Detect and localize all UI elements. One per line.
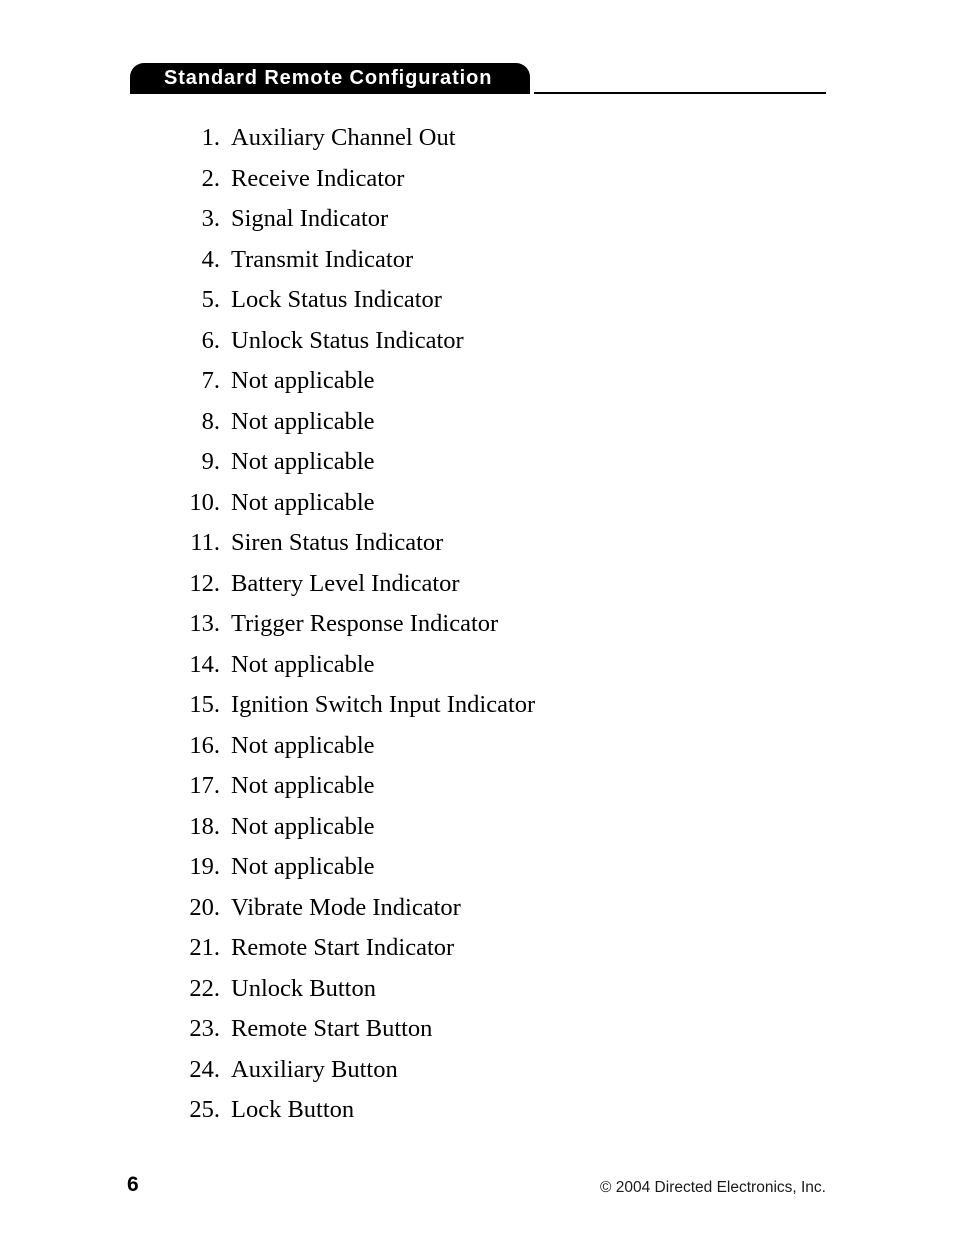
list-item-number: 8. [201,407,220,435]
list-item-label: Not applicable [231,448,375,475]
list-item-label: Receive Indicator [231,164,405,192]
list-item-number: 14. [189,650,220,678]
list-item-number: 15. [189,691,220,718]
list-item: 21. Remote Start Indicator [0,928,954,969]
list-item: 16. Not applicable [0,726,954,767]
list-item: 10. Not applicable [0,483,954,524]
list-item: 7. Not applicable [0,361,954,402]
list-item-number: 10. [189,488,220,516]
page-title: Standard Remote Configuration [164,67,493,89]
list-item: 3. Signal Indicator [0,199,954,240]
list-item-number: 6. [201,326,220,354]
list-item: 20. Vibrate Mode Indicator [0,888,954,929]
page-header: Standard Remote Configuration [0,0,954,100]
list-item-label: Siren Status Indicator [231,529,444,556]
list-item: 14. Not applicable [0,645,954,686]
page-footer: 6 © 2004 Directed Electronics, Inc. [0,1172,954,1212]
list-item: 9. Not applicable [0,442,954,483]
list-item-label: Unlock Button [231,974,376,1002]
list-item-number: 1. [201,124,220,151]
list-item-number: 24. [189,1055,220,1083]
list-item-label: Not applicable [231,772,375,799]
copyright-notice: © 2004 Directed Electronics, Inc. [600,1179,826,1196]
list-item-label: Signal Indicator [231,205,389,232]
list-item: 8. Not applicable [0,402,954,443]
list-item-label: Auxiliary Button [231,1055,398,1083]
remote-configuration-list: 1. Auxiliary Channel Out 2. Receive Indicat… [0,118,954,1131]
list-item-number: 22. [189,974,220,1002]
list-item-label: Lock Status Indicator [231,286,442,313]
list-item: 1. Auxiliary Channel Out [0,118,954,159]
list-item-number: 12. [189,569,220,597]
list-item: 25. Lock Button [0,1090,954,1131]
list-item-number: 18. [189,812,220,840]
list-item-number: 7. [201,367,220,394]
list-item-label: Unlock Status Indicator [231,326,464,354]
list-item: 6. Unlock Status Indicator [0,321,954,362]
list-item-label: Remote Start Indicator [231,934,455,961]
list-item: 5. Lock Status Indicator [0,280,954,321]
list-item: 22. Unlock Button [0,969,954,1010]
list-item: 15. Ignition Switch Input Indicator [0,685,954,726]
list-item-number: 5. [201,286,220,313]
list-item-number: 17. [189,772,220,799]
list-item-number: 20. [189,893,220,921]
list-item-label: Not applicable [231,488,375,516]
list-item-label: Battery Level Indicator [231,569,460,597]
list-item-label: Ignition Switch Input Indicator [231,691,536,718]
list-item: 19. Not applicable [0,847,954,888]
list-item: 17. Not applicable [0,766,954,807]
list-item-label: Auxiliary Channel Out [231,124,456,151]
list-item-label: Not applicable [231,407,375,435]
list-item: 13. Trigger Response Indicator [0,604,954,645]
list-item-number: 2. [201,164,220,192]
list-item-number: 4. [201,245,220,273]
list-item-label: Remote Start Button [231,1015,433,1042]
list-item-number: 19. [189,853,220,880]
list-item-number: 3. [201,205,220,232]
list-item-label: Lock Button [231,1096,355,1123]
list-item-number: 25. [189,1096,220,1123]
list-item: 23. Remote Start Button [0,1009,954,1050]
list-item: 11. Siren Status Indicator [0,523,954,564]
list-item-number: 21. [189,934,220,961]
list-item: 24. Auxiliary Button [0,1050,954,1091]
list-item-number: 11. [190,529,220,556]
list-item-label: Not applicable [231,731,375,759]
list-item-label: Not applicable [231,812,375,840]
content-area: 1. Auxiliary Channel Out 2. Receive Indicat… [0,118,954,1131]
list-item-number: 23. [189,1015,220,1042]
list-item-label: Trigger Response Indicator [231,610,499,637]
list-item: 12. Battery Level Indicator [0,564,954,605]
list-item: 18. Not applicable [0,807,954,848]
list-item-label: Vibrate Mode Indicator [231,893,461,921]
list-item-label: Not applicable [231,650,375,678]
list-item: 4. Transmit Indicator [0,240,954,281]
list-item: 2. Receive Indicator [0,159,954,200]
list-item-number: 16. [189,731,220,759]
list-item-label: Not applicable [231,853,375,880]
list-item-number: 13. [189,610,220,637]
list-item-number: 9. [201,448,220,475]
list-item-label: Not applicable [231,367,375,394]
page-number: 6 [127,1173,139,1196]
list-item-label: Transmit Indicator [231,245,414,273]
header-divider-rule [534,92,826,94]
